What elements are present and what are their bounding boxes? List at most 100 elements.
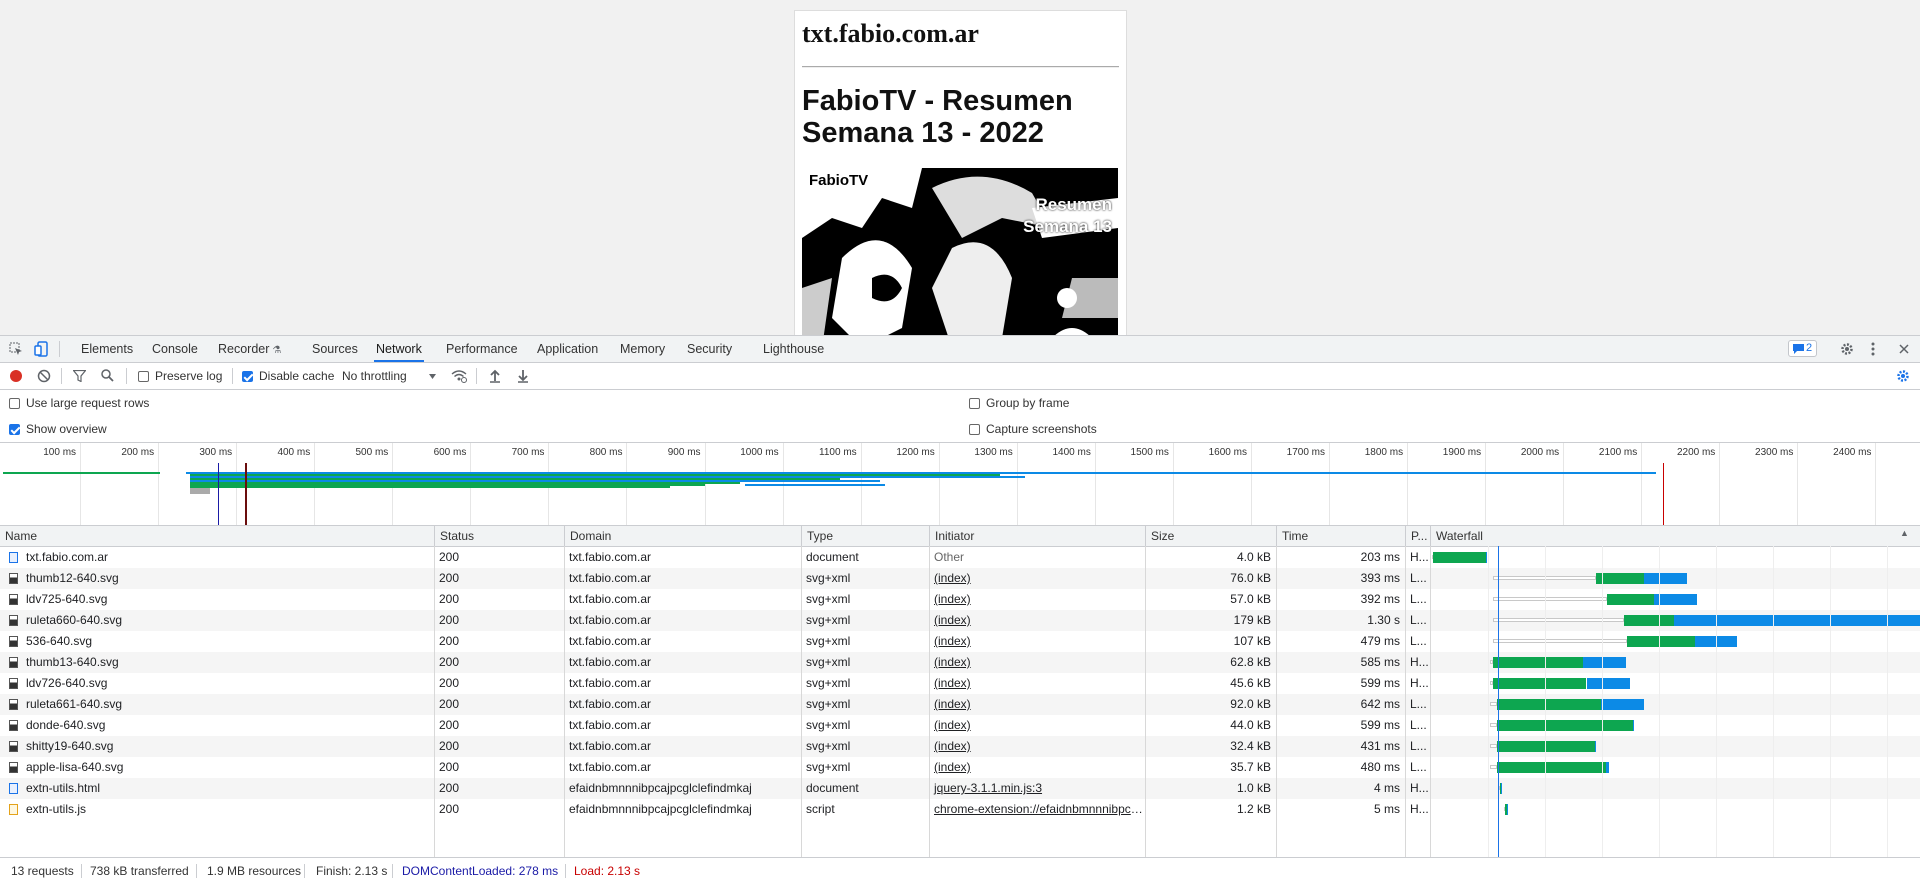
cell-name[interactable]: thumb12-640.svg <box>21 568 434 589</box>
cell-name[interactable]: ruleta660-640.svg <box>21 610 434 631</box>
column-header-p[interactable]: P... <box>1405 526 1430 546</box>
tab-memory[interactable]: Memory <box>618 336 667 362</box>
cell-initiator[interactable]: (index) <box>929 610 1145 631</box>
preserve-log-checkbox[interactable] <box>138 371 149 382</box>
cell-name[interactable]: ruleta661-640.svg <box>21 694 434 715</box>
network-settings-gear-icon[interactable] <box>1896 369 1910 383</box>
tab-recorder[interactable]: Recorder⚗ <box>216 336 283 362</box>
tab-network[interactable]: Network <box>374 336 424 362</box>
cell-name[interactable]: shitty19-640.svg <box>21 736 434 757</box>
filter-icon[interactable] <box>73 370 86 382</box>
import-har-icon[interactable] <box>489 369 501 383</box>
more-options-icon[interactable] <box>1870 342 1876 356</box>
devtools-panel: Elements Console Recorder⚗ Sources Network Pe… <box>0 335 1920 883</box>
cell-name[interactable]: ldv726-640.svg <box>21 673 434 694</box>
network-overview[interactable]: 100 ms200 ms300 ms400 ms500 ms600 ms700 … <box>0 443 1920 526</box>
cell-initiator[interactable]: (index) <box>929 631 1145 652</box>
tab-sources[interactable]: Sources <box>310 336 360 362</box>
column-header-type[interactable]: Type <box>801 526 929 546</box>
device-toolbar-icon[interactable] <box>34 341 48 357</box>
resources-size: 1.9 MB resources <box>207 858 301 884</box>
tabbar-divider <box>59 341 60 357</box>
inspect-element-icon[interactable] <box>9 342 23 356</box>
tab-console[interactable]: Console <box>150 336 200 362</box>
document-icon <box>9 783 18 794</box>
column-header-status[interactable]: Status <box>434 526 564 546</box>
tab-elements[interactable]: Elements <box>79 336 135 362</box>
table-row[interactable]: extn-utils.js200efaidnbmnnnibpcajpcglcle… <box>0 799 1920 820</box>
column-header-domain[interactable]: Domain <box>564 526 801 546</box>
cell-initiator[interactable]: (index) <box>929 694 1145 715</box>
cell-name[interactable]: thumb13-640.svg <box>21 652 434 673</box>
column-header-name[interactable]: Name <box>0 526 434 546</box>
large-rows-checkbox[interactable] <box>9 398 20 409</box>
table-row[interactable]: extn-utils.html200efaidnbmnnnibpcajpcglc… <box>0 778 1920 799</box>
settings-gear-icon[interactable] <box>1840 342 1854 356</box>
table-row[interactable]: shitty19-640.svg200txt.fabio.com.arsvg+x… <box>0 736 1920 757</box>
cell-initiator[interactable]: (index) <box>929 652 1145 673</box>
cell-initiator[interactable]: (index) <box>929 715 1145 736</box>
cell-initiator[interactable]: jquery-3.1.1.min.js:3 <box>929 778 1145 799</box>
cell-initiator[interactable]: (index) <box>929 589 1145 610</box>
table-row[interactable]: txt.fabio.com.ar200txt.fabio.com.ardocum… <box>0 547 1920 568</box>
cell-name[interactable]: txt.fabio.com.ar <box>21 547 434 568</box>
cell-type: svg+xml <box>801 652 929 673</box>
waterfall-waiting-bar <box>1497 762 1606 773</box>
cell-status: 200 <box>434 631 564 652</box>
overview-gridline <box>1485 443 1486 525</box>
tab-security[interactable]: Security <box>685 336 734 362</box>
cell-initiator[interactable]: chrome-extension://efaidnbmnnnibpcajpcgl… <box>929 799 1145 820</box>
thumb-caption-1: Resumen <box>1035 195 1112 215</box>
issues-counter[interactable]: 2 <box>1788 340 1817 357</box>
table-row[interactable]: thumb13-640.svg200txt.fabio.com.arsvg+xm… <box>0 652 1920 673</box>
capture-screenshots-checkbox[interactable] <box>969 424 980 435</box>
cell-time: 599 ms <box>1276 673 1405 694</box>
record-icon[interactable] <box>9 369 23 383</box>
sort-arrow-icon[interactable]: ▲ <box>1900 528 1909 538</box>
browser-viewport: txt.fabio.com.ar FabioTV - Resumen Seman… <box>0 0 1920 335</box>
site-title[interactable]: txt.fabio.com.ar <box>802 19 979 49</box>
throttling-select[interactable]: No throttling <box>342 369 407 383</box>
cell-initiator[interactable]: (index) <box>929 673 1145 694</box>
overview-request-bar <box>190 492 210 494</box>
column-header-time[interactable]: Time <box>1276 526 1405 546</box>
column-header-initiator[interactable]: Initiator <box>929 526 1145 546</box>
post-thumbnail[interactable]: FabioTV Resumen Semana 13 <box>802 168 1118 336</box>
cell-name[interactable]: ldv725-640.svg <box>21 589 434 610</box>
table-row[interactable]: thumb12-640.svg200txt.fabio.com.arsvg+xm… <box>0 568 1920 589</box>
cell-name[interactable]: 536-640.svg <box>21 631 434 652</box>
disable-cache-checkbox[interactable] <box>242 371 253 382</box>
table-row[interactable]: ldv725-640.svg200txt.fabio.com.arsvg+xml… <box>0 589 1920 610</box>
tab-application[interactable]: Application <box>535 336 600 362</box>
table-row[interactable]: ldv726-640.svg200txt.fabio.com.arsvg+xml… <box>0 673 1920 694</box>
tab-lighthouse[interactable]: Lighthouse <box>761 336 826 362</box>
column-header-size[interactable]: Size <box>1145 526 1276 546</box>
column-header-waterfall[interactable]: Waterfall <box>1430 526 1920 546</box>
cell-name[interactable]: extn-utils.js <box>21 799 434 820</box>
post-title[interactable]: FabioTV - Resumen Semana 13 - 2022 <box>802 85 1122 149</box>
network-conditions-icon[interactable] <box>451 369 467 383</box>
close-icon[interactable] <box>1899 344 1909 354</box>
search-icon[interactable] <box>101 369 114 382</box>
cell-initiator[interactable]: (index) <box>929 568 1145 589</box>
overview-tick-label: 2200 ms <box>1655 447 1715 458</box>
table-row[interactable]: ruleta661-640.svg200txt.fabio.com.arsvg+… <box>0 694 1920 715</box>
export-har-icon[interactable] <box>517 369 529 383</box>
cell-status: 200 <box>434 757 564 778</box>
waterfall-gridline <box>1545 546 1546 857</box>
overview-tick-label: 1700 ms <box>1265 447 1325 458</box>
table-row[interactable]: 536-640.svg200txt.fabio.com.arsvg+xml(in… <box>0 631 1920 652</box>
group-by-frame-checkbox[interactable] <box>969 398 980 409</box>
clear-icon[interactable] <box>37 369 51 383</box>
tab-performance[interactable]: Performance <box>444 336 520 362</box>
cell-name[interactable]: donde-640.svg <box>21 715 434 736</box>
cell-name[interactable]: apple-lisa-640.svg <box>21 757 434 778</box>
table-row[interactable]: donde-640.svg200txt.fabio.com.arsvg+xml(… <box>0 715 1920 736</box>
chevron-down-icon[interactable] <box>429 374 436 379</box>
cell-name[interactable]: extn-utils.html <box>21 778 434 799</box>
cell-initiator[interactable]: (index) <box>929 736 1145 757</box>
table-row[interactable]: ruleta660-640.svg200txt.fabio.com.arsvg+… <box>0 610 1920 631</box>
show-overview-checkbox[interactable] <box>9 424 20 435</box>
cell-initiator[interactable]: (index) <box>929 757 1145 778</box>
table-row[interactable]: apple-lisa-640.svg200txt.fabio.com.arsvg… <box>0 757 1920 778</box>
